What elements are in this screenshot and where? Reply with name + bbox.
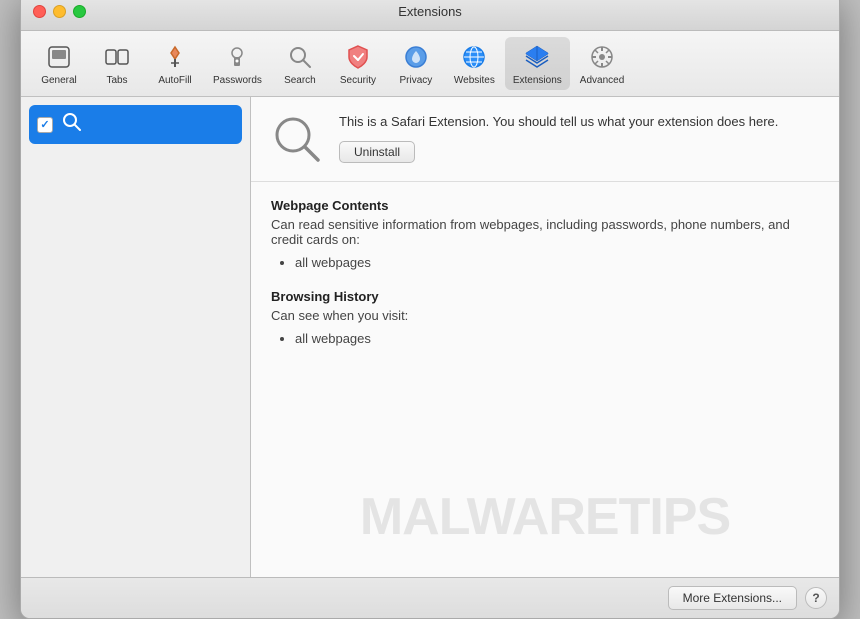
sidebar-item-search-ext[interactable]: ✓	[29, 105, 242, 144]
toolbar-item-general[interactable]: General	[31, 37, 87, 90]
websites-icon	[458, 41, 490, 73]
webpage-contents-item: all webpages	[295, 253, 819, 273]
minimize-button[interactable]	[53, 5, 66, 18]
websites-label: Websites	[454, 75, 495, 86]
passwords-icon	[221, 41, 253, 73]
toolbar-item-extensions[interactable]: Extensions	[505, 37, 570, 90]
permissions-section: Webpage Contents Can read sensitive info…	[251, 182, 839, 380]
browsing-history-desc: Can see when you visit:	[271, 308, 819, 323]
traffic-lights	[33, 5, 86, 18]
toolbar-item-autofill[interactable]: AutoFill	[147, 37, 203, 90]
maximize-button[interactable]	[73, 5, 86, 18]
autofill-label: AutoFill	[158, 75, 191, 86]
security-label: Security	[340, 75, 376, 86]
tabs-label: Tabs	[106, 75, 127, 86]
sidebar: ✓	[21, 97, 251, 577]
uninstall-button[interactable]: Uninstall	[339, 141, 415, 163]
browsing-history-list: all webpages	[271, 329, 819, 349]
extensions-icon	[521, 41, 553, 73]
toolbar: General Tabs AutoFill	[21, 31, 839, 97]
browsing-history-item: all webpages	[295, 329, 819, 349]
webpage-contents-desc: Can read sensitive information from webp…	[271, 217, 819, 247]
security-icon	[342, 41, 374, 73]
extension-description: This is a Safari Extension. You should t…	[339, 113, 819, 131]
toolbar-item-passwords[interactable]: Passwords	[205, 37, 270, 90]
watermark: MALWARETIPS	[360, 487, 730, 547]
window-title: Extensions	[398, 4, 462, 19]
toolbar-item-tabs[interactable]: Tabs	[89, 37, 145, 90]
webpage-contents-list: all webpages	[271, 253, 819, 273]
main-content: ✓ MALWARETIPS	[21, 97, 839, 577]
more-extensions-button[interactable]: More Extensions...	[668, 586, 797, 610]
search-icon	[284, 41, 316, 73]
extension-info: This is a Safari Extension. You should t…	[339, 113, 819, 163]
webpage-contents-title: Webpage Contents	[271, 198, 819, 213]
search-label: Search	[284, 75, 316, 86]
footer: More Extensions... ?	[21, 577, 839, 618]
advanced-label: Advanced	[580, 75, 624, 86]
tabs-icon	[101, 41, 133, 73]
toolbar-item-advanced[interactable]: Advanced	[572, 37, 632, 90]
extension-header: This is a Safari Extension. You should t…	[251, 97, 839, 182]
browsing-history-title: Browsing History	[271, 289, 819, 304]
window: Extensions General Tabs	[20, 0, 840, 619]
toolbar-item-search[interactable]: Search	[272, 37, 328, 90]
checkmark-icon: ✓	[40, 118, 49, 131]
help-button[interactable]: ?	[805, 587, 827, 609]
extensions-label: Extensions	[513, 75, 562, 86]
close-button[interactable]	[33, 5, 46, 18]
titlebar: Extensions	[21, 0, 839, 31]
autofill-icon	[159, 41, 191, 73]
advanced-icon	[586, 41, 618, 73]
general-icon	[43, 41, 75, 73]
right-panel: MALWARETIPS This is a Safari Extension. …	[251, 97, 839, 577]
extension-icon	[271, 113, 323, 165]
passwords-label: Passwords	[213, 75, 262, 86]
general-label: General	[41, 75, 77, 86]
permission-group-webpage: Webpage Contents Can read sensitive info…	[271, 198, 819, 273]
privacy-icon	[400, 41, 432, 73]
toolbar-item-security[interactable]: Security	[330, 37, 386, 90]
permission-group-history: Browsing History Can see when you visit:…	[271, 289, 819, 349]
privacy-label: Privacy	[400, 75, 433, 86]
toolbar-item-privacy[interactable]: Privacy	[388, 37, 444, 90]
toolbar-item-websites[interactable]: Websites	[446, 37, 503, 90]
extension-search-icon	[61, 111, 83, 138]
extension-checkbox[interactable]: ✓	[37, 117, 53, 133]
